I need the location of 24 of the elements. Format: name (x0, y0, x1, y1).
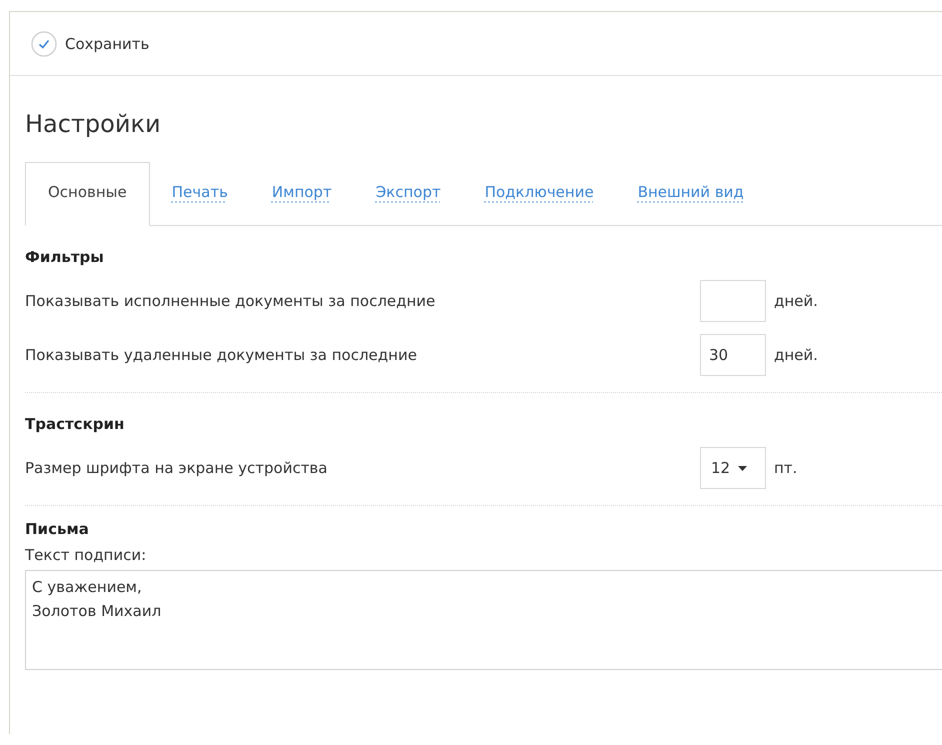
section-heading: Письма (25, 520, 90, 538)
signature-field[interactable]: С уважением, Золотов Михаил (25, 570, 942, 670)
page-title: Настройки (25, 110, 162, 138)
tab[interactable]: Импорт (250, 183, 354, 226)
save-button[interactable]: Сохранить (31, 30, 150, 56)
tab[interactable]: Внешний вид (616, 183, 766, 226)
tab[interactable]: Основные (25, 162, 150, 226)
tab[interactable]: Подключение (462, 183, 616, 226)
setting-label: Показывать удаленные документы за последние (25, 346, 418, 364)
unit-label: дней. (774, 292, 818, 310)
tab[interactable]: Печать (150, 183, 250, 226)
number-field[interactable]: 30 (700, 334, 766, 376)
caret-icon (738, 466, 748, 470)
number-field[interactable] (700, 280, 766, 322)
setting-label: Размер шрифта на экране устройства (25, 459, 328, 477)
section-heading: Трастскрин (25, 415, 126, 433)
check-icon (31, 30, 57, 56)
setting-label: Текст подписи: (25, 546, 148, 564)
font-size-dropdown[interactable]: 12 (700, 447, 766, 489)
unit-label: дней. (774, 346, 818, 364)
section-heading: Фильтры (25, 248, 105, 266)
unit-label: пт. (774, 459, 798, 477)
tab[interactable]: Экспорт (354, 183, 463, 226)
setting-label: Показывать исполненные документы за последние (25, 292, 436, 310)
